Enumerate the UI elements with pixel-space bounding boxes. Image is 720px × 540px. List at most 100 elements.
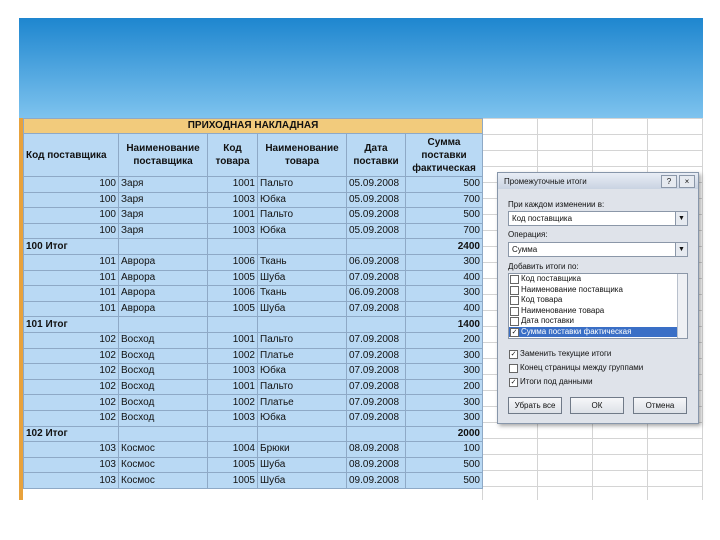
checkbox[interactable]: [510, 306, 519, 316]
table-cell[interactable]: [346, 316, 406, 333]
table-cell[interactable]: 300: [405, 347, 483, 365]
table-cell[interactable]: Заря: [118, 176, 208, 193]
header-cell[interactable]: Наименование поставщика: [118, 133, 208, 177]
checkbox[interactable]: [509, 364, 518, 373]
checkbox[interactable]: [510, 296, 519, 305]
table-cell[interactable]: Космос: [118, 472, 208, 489]
option-checkbox-row[interactable]: Конец страницы между группами: [508, 363, 643, 373]
chevron-down-icon[interactable]: ▼: [675, 243, 687, 256]
table-cell[interactable]: Пальто: [257, 176, 347, 193]
table-cell[interactable]: Восход: [118, 347, 208, 365]
table-cell[interactable]: Аврора: [118, 269, 208, 287]
table-cell[interactable]: Юбка: [257, 191, 347, 209]
table-cell[interactable]: 1005: [207, 300, 258, 318]
table-cell[interactable]: 101 Итог: [23, 316, 119, 333]
table-cell[interactable]: 500: [405, 207, 483, 224]
table-cell[interactable]: 102: [23, 347, 119, 365]
list-item[interactable]: Код поставщика: [509, 274, 687, 285]
table-cell[interactable]: 200: [405, 331, 483, 349]
table-cell[interactable]: Ткань: [257, 285, 347, 302]
invoice-title[interactable]: ПРИХОДНАЯ НАКЛАДНАЯ: [23, 118, 483, 134]
table-cell[interactable]: 102: [23, 363, 119, 380]
table-cell[interactable]: 101: [23, 300, 119, 318]
table-cell[interactable]: 100: [405, 441, 483, 458]
table-cell[interactable]: 1001: [207, 378, 258, 396]
table-cell[interactable]: 1003: [207, 363, 258, 380]
checkbox[interactable]: [510, 275, 519, 284]
table-cell[interactable]: 1003: [207, 191, 258, 209]
option-checkbox-row[interactable]: ✓ Итоги под данными: [508, 377, 593, 387]
checkbox[interactable]: [510, 285, 519, 295]
table-cell[interactable]: [118, 238, 208, 255]
table-cell[interactable]: 08.09.2008: [346, 456, 406, 474]
table-cell[interactable]: 500: [405, 176, 483, 193]
table-cell[interactable]: 300: [405, 363, 483, 380]
table-cell[interactable]: Юбка: [257, 409, 347, 427]
remove-all-button[interactable]: Убрать все: [508, 397, 562, 414]
group-by-select[interactable]: Код поставщика ▼: [508, 211, 688, 226]
table-cell[interactable]: [346, 425, 406, 443]
table-cell[interactable]: Космос: [118, 441, 208, 458]
table-cell[interactable]: Брюки: [257, 441, 347, 458]
table-cell[interactable]: Пальто: [257, 207, 347, 224]
table-cell[interactable]: [257, 238, 347, 255]
table-cell[interactable]: Заря: [118, 207, 208, 224]
list-item[interactable]: Наименование товара: [509, 306, 687, 317]
table-cell[interactable]: 100: [23, 207, 119, 224]
table-cell[interactable]: 400: [405, 300, 483, 318]
table-cell[interactable]: Восход: [118, 378, 208, 396]
table-cell[interactable]: Платье: [257, 347, 347, 365]
table-cell[interactable]: [207, 425, 258, 443]
checkbox[interactable]: [510, 317, 519, 326]
table-cell[interactable]: 1001: [207, 176, 258, 193]
table-cell[interactable]: 500: [405, 456, 483, 474]
table-cell[interactable]: 700: [405, 222, 483, 240]
table-cell[interactable]: Пальто: [257, 378, 347, 396]
table-cell[interactable]: Космос: [118, 456, 208, 474]
table-cell[interactable]: [207, 238, 258, 255]
table-cell[interactable]: 05.09.2008: [346, 222, 406, 240]
table-cell[interactable]: 07.09.2008: [346, 331, 406, 349]
table-cell[interactable]: [257, 316, 347, 333]
help-icon[interactable]: ?: [661, 175, 677, 188]
close-icon[interactable]: ×: [679, 175, 695, 188]
header-cell[interactable]: Код товара: [207, 133, 258, 177]
table-cell[interactable]: 07.09.2008: [346, 363, 406, 380]
table-cell[interactable]: 1003: [207, 409, 258, 427]
table-cell[interactable]: Заря: [118, 222, 208, 240]
table-cell[interactable]: 1005: [207, 472, 258, 489]
table-cell[interactable]: 102: [23, 394, 119, 411]
table-cell[interactable]: 1005: [207, 456, 258, 474]
table-cell[interactable]: 102: [23, 409, 119, 427]
chevron-down-icon[interactable]: ▼: [675, 212, 687, 225]
table-cell[interactable]: 300: [405, 409, 483, 427]
table-cell[interactable]: 103: [23, 472, 119, 489]
dialog-titlebar[interactable]: Промежуточные итоги ? ×: [498, 173, 698, 189]
table-cell[interactable]: [257, 425, 347, 443]
checkbox[interactable]: ✓: [510, 327, 519, 337]
table-cell[interactable]: 100: [23, 191, 119, 209]
table-cell[interactable]: Восход: [118, 394, 208, 411]
table-cell[interactable]: 09.09.2008: [346, 472, 406, 489]
table-cell[interactable]: 1006: [207, 253, 258, 271]
table-cell[interactable]: 05.09.2008: [346, 191, 406, 209]
table-cell[interactable]: 07.09.2008: [346, 378, 406, 396]
table-cell[interactable]: Ткань: [257, 253, 347, 271]
option-checkbox-row[interactable]: ✓ Заменить текущие итоги: [508, 349, 611, 359]
table-cell[interactable]: 100: [23, 222, 119, 240]
table-cell[interactable]: 05.09.2008: [346, 207, 406, 224]
table-cell[interactable]: 500: [405, 472, 483, 489]
table-cell[interactable]: 1004: [207, 441, 258, 458]
table-cell[interactable]: 400: [405, 269, 483, 287]
table-cell[interactable]: 101: [23, 253, 119, 271]
table-cell[interactable]: 1001: [207, 331, 258, 349]
table-cell[interactable]: Шуба: [257, 456, 347, 474]
table-cell[interactable]: 1003: [207, 222, 258, 240]
table-cell[interactable]: 200: [405, 378, 483, 396]
table-cell[interactable]: Шуба: [257, 472, 347, 489]
table-cell[interactable]: 07.09.2008: [346, 409, 406, 427]
table-cell[interactable]: [207, 316, 258, 333]
table-cell[interactable]: 2000: [405, 425, 483, 443]
table-cell[interactable]: 102: [23, 331, 119, 349]
table-cell[interactable]: 101: [23, 285, 119, 302]
